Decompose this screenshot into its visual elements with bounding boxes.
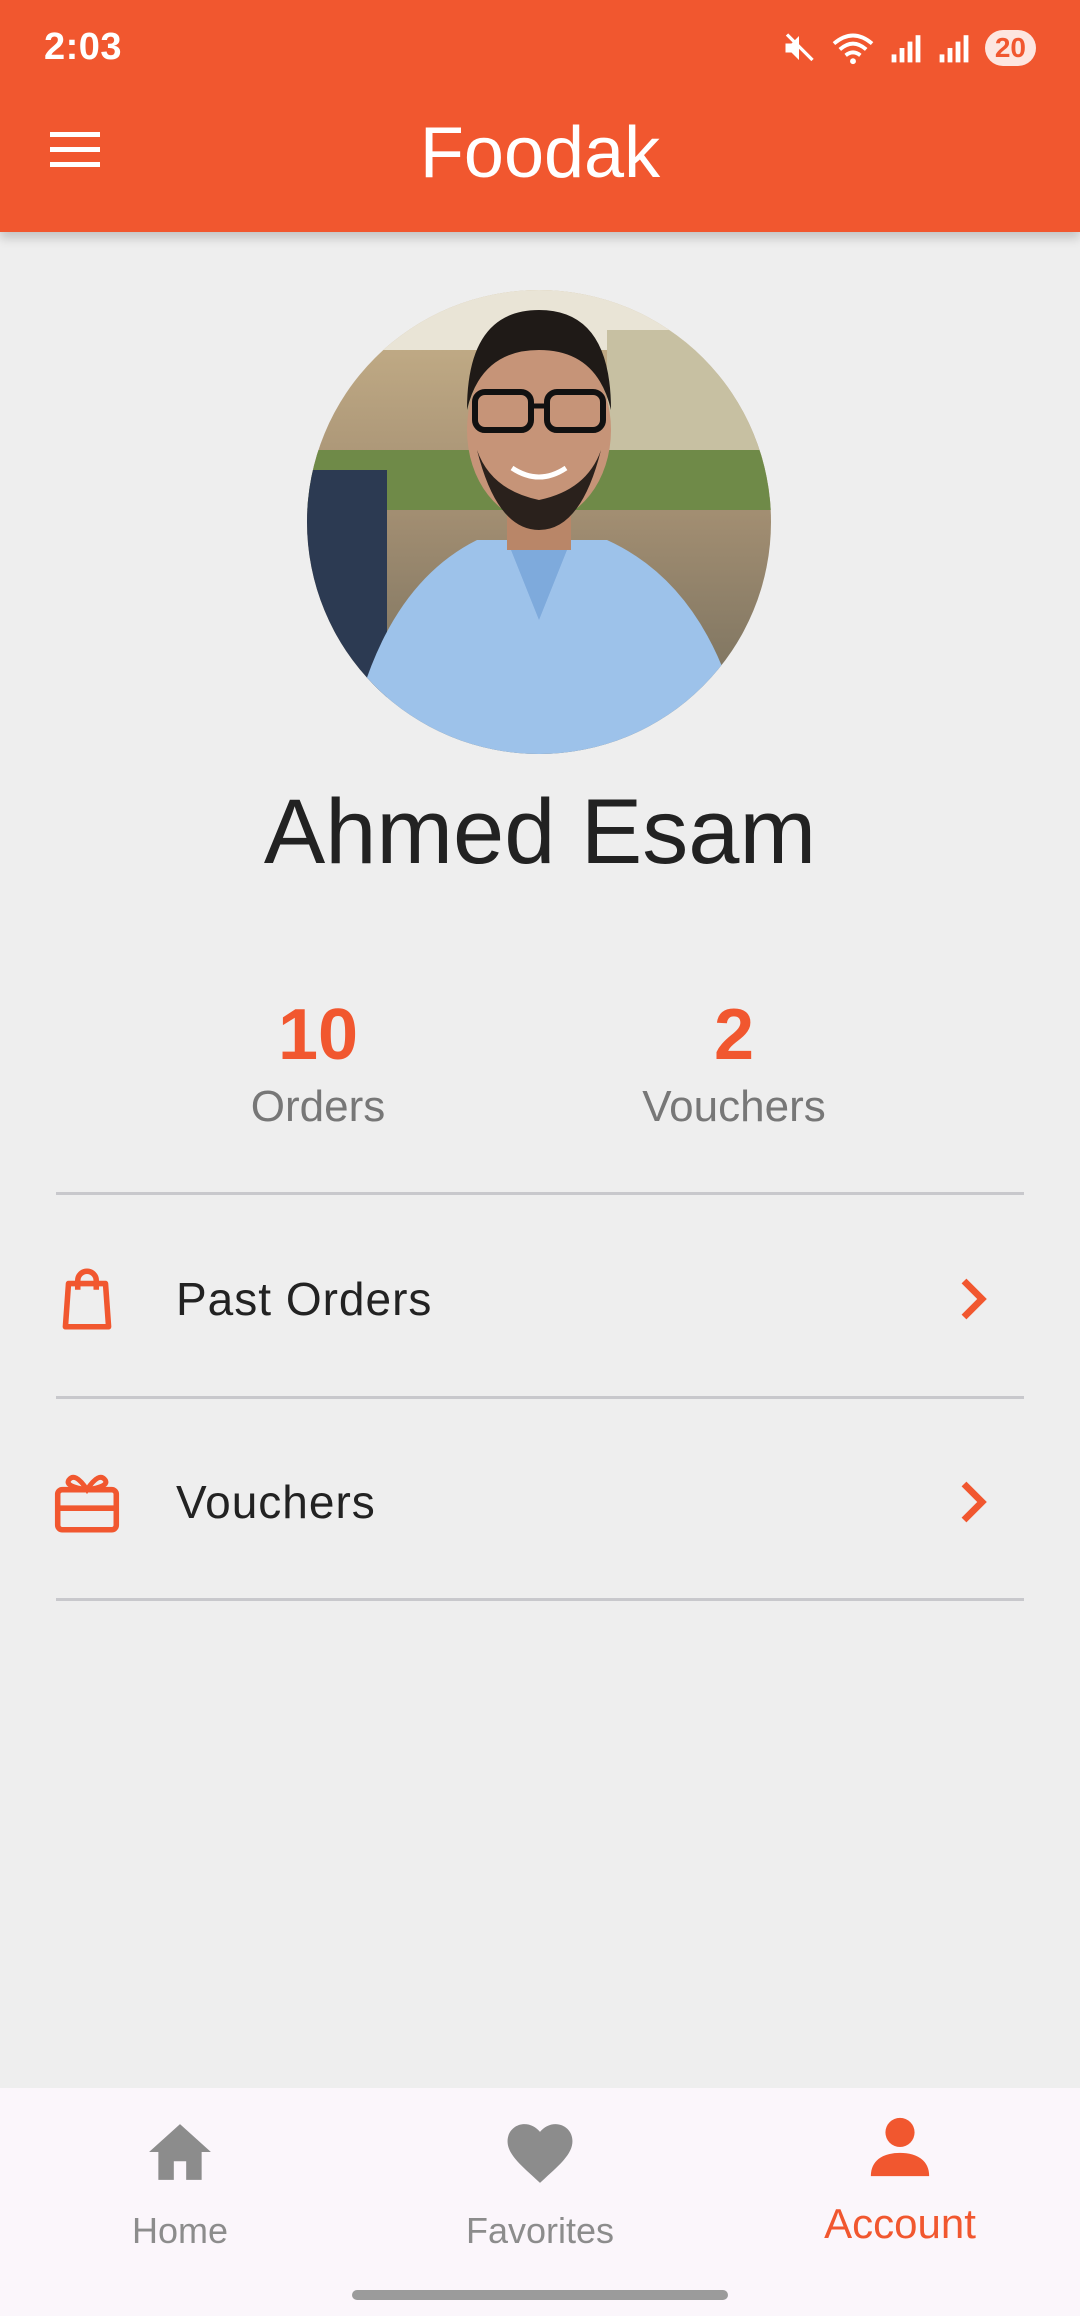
chevron-right-icon xyxy=(961,1278,987,1320)
orders-count: 10 xyxy=(277,995,359,1075)
divider xyxy=(56,1192,1024,1195)
battery-level: 20 xyxy=(984,30,1036,66)
home-indicator[interactable] xyxy=(352,2290,728,2300)
nav-account[interactable]: Account xyxy=(720,2088,1080,2288)
nav-favorites-label: Favorites xyxy=(465,2210,615,2251)
nav-home[interactable]: Home xyxy=(0,2088,360,2288)
signal-icon xyxy=(891,35,921,63)
chevron-right-icon xyxy=(961,1481,987,1523)
nav-home-label: Home xyxy=(131,2210,229,2251)
past-orders-label: Past Orders xyxy=(176,1273,433,1325)
vouchers-stat: 2 Vouchers xyxy=(584,990,884,1132)
past-orders-row[interactable]: Past Orders xyxy=(0,1196,1080,1396)
home-icon xyxy=(149,2124,211,2180)
divider xyxy=(56,1598,1024,1601)
nav-account-label: Account xyxy=(824,2200,976,2247)
avatar[interactable] xyxy=(307,290,771,754)
user-name: Ahmed Esam xyxy=(263,781,817,883)
wifi-icon xyxy=(832,33,874,65)
shopping-bag-icon xyxy=(62,1268,112,1330)
profile-photo xyxy=(307,290,771,754)
bottom-navigation: Home Favorites Account xyxy=(0,2088,1080,2316)
app-bar: 2:03 20 Foodak xyxy=(0,0,1080,232)
gift-icon xyxy=(54,1474,120,1533)
orders-stat: 10 Orders xyxy=(168,990,468,1132)
orders-label: Orders xyxy=(250,1082,386,1131)
vouchers-count: 2 xyxy=(713,995,755,1075)
status-time: 2:03 xyxy=(44,26,123,68)
mute-icon xyxy=(785,33,814,62)
heart-icon xyxy=(507,2124,573,2183)
vouchers-row[interactable]: Vouchers xyxy=(0,1399,1080,1599)
vouchers-label-row: Vouchers xyxy=(176,1476,376,1528)
vouchers-label: Vouchers xyxy=(642,1082,826,1131)
nav-favorites[interactable]: Favorites xyxy=(360,2088,720,2288)
app-title: Foodak xyxy=(419,113,661,193)
status-icons: 20 xyxy=(781,28,1036,68)
person-icon xyxy=(870,2117,930,2177)
signal-icon-2 xyxy=(939,35,969,63)
